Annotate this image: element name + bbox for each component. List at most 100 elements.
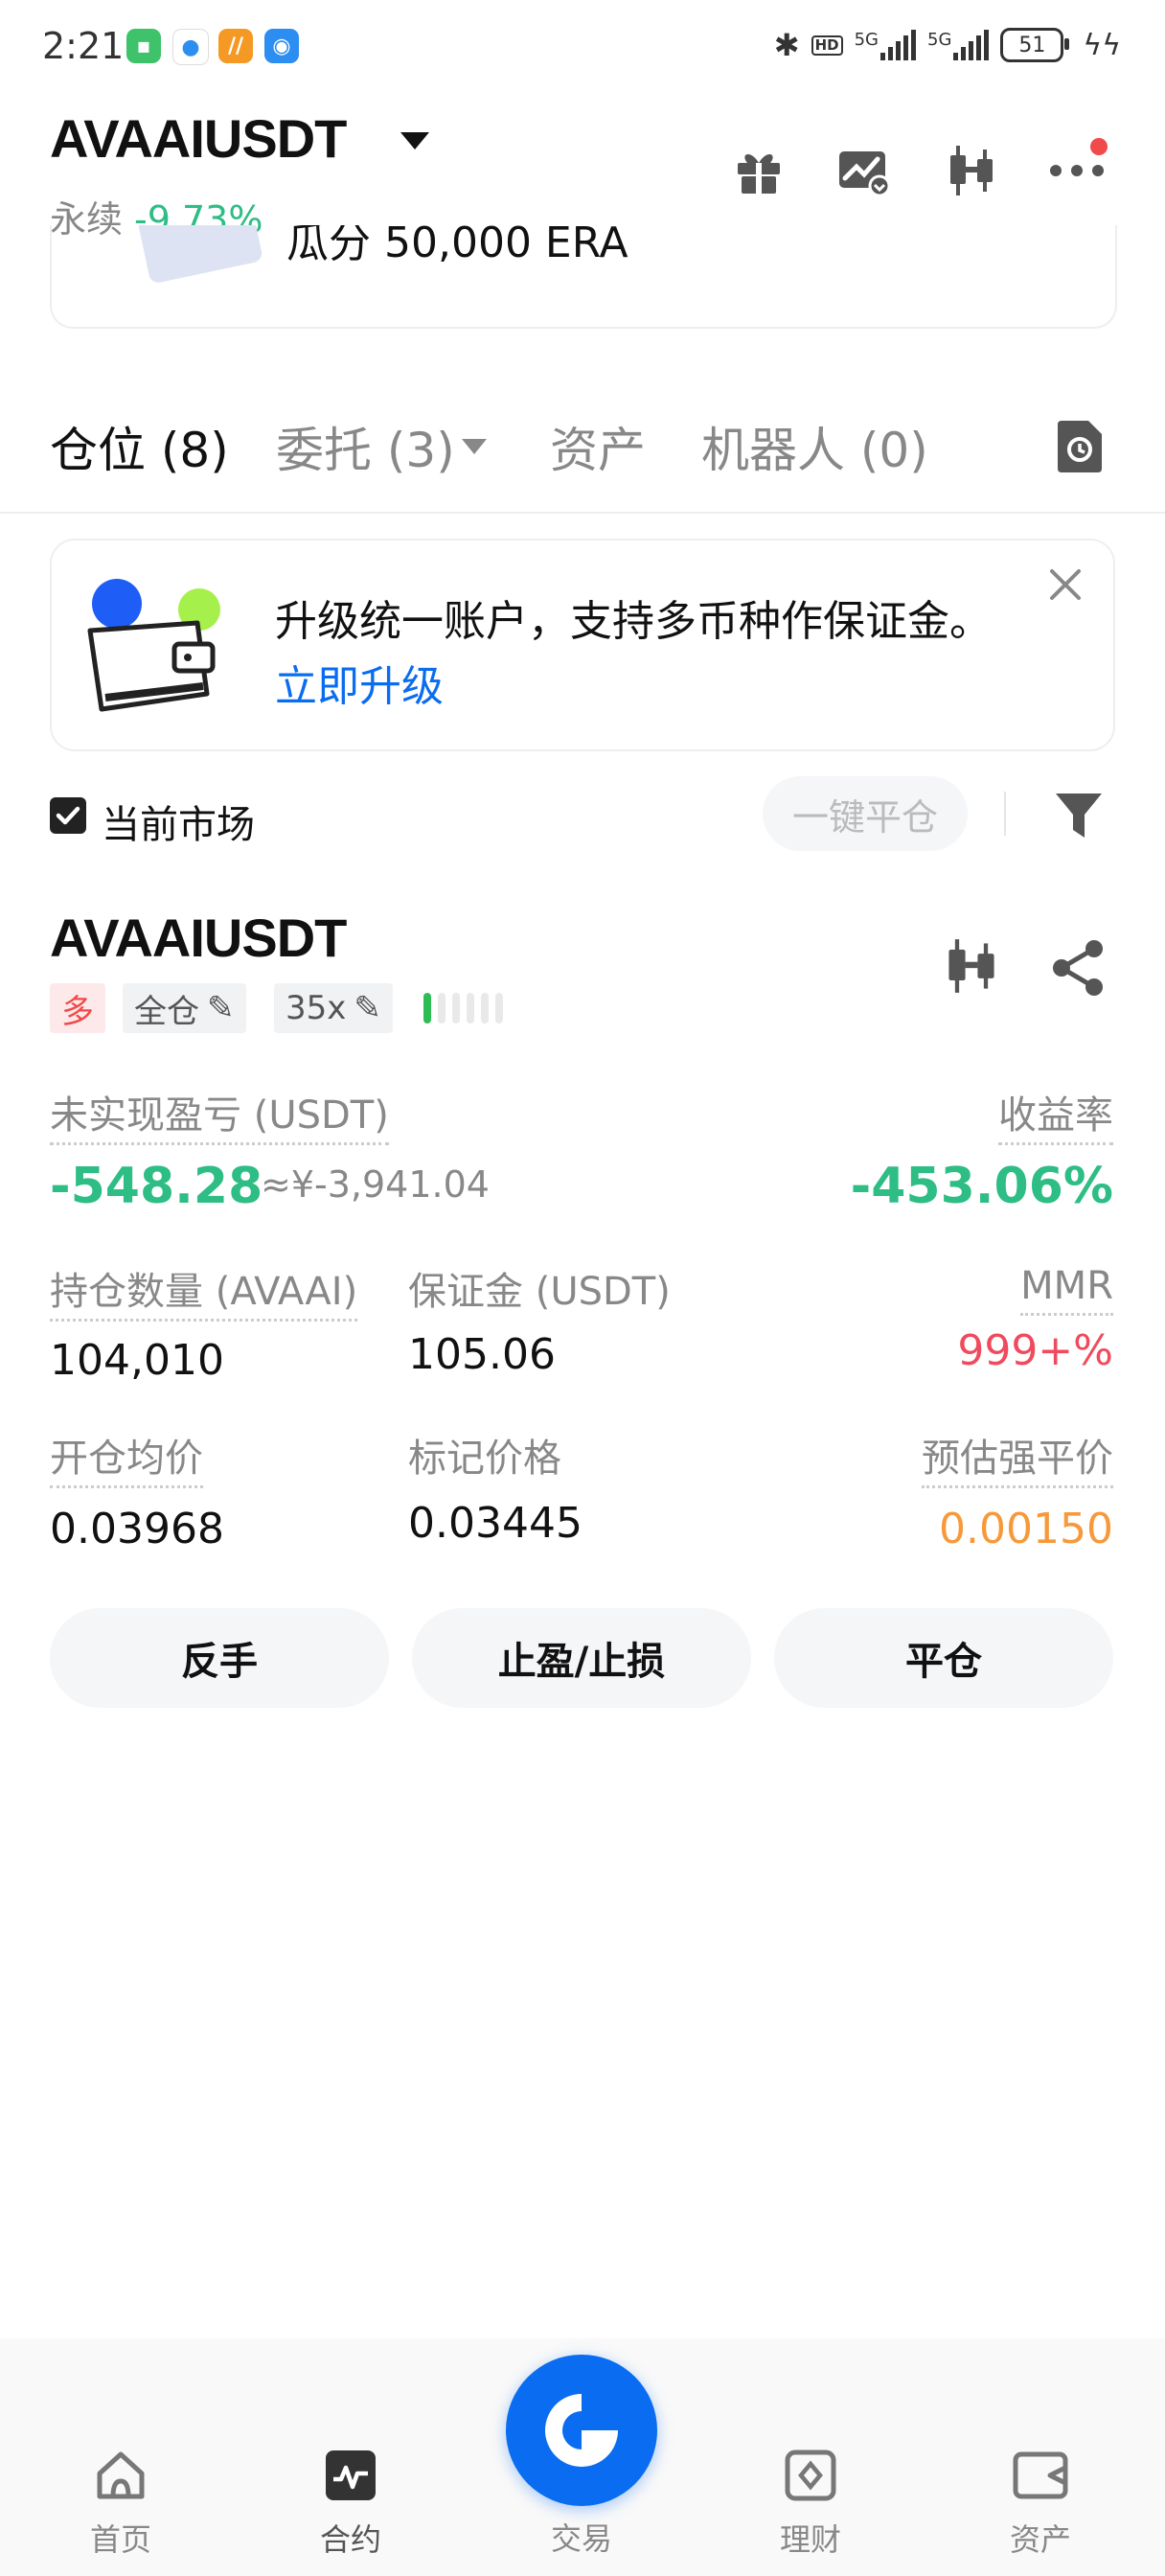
wireless-app-icon: ◉: [264, 29, 299, 63]
battery-level: 51: [1018, 33, 1046, 58]
network-2-label: 5G: [927, 30, 952, 50]
leverage-label: 35x: [286, 989, 347, 1027]
nav-trade-label: 交易: [550, 2520, 612, 2557]
tab-positions-label: 仓位: [50, 423, 146, 478]
upgrade-now-link[interactable]: 立即升级: [275, 652, 444, 713]
nav-futures-label: 合约: [319, 2521, 381, 2558]
tab-assets[interactable]: 资产: [550, 412, 646, 481]
notification-dot: [1090, 138, 1108, 155]
tab-orders-label: 委托: [276, 423, 372, 478]
nav-earn-label: 理财: [779, 2521, 841, 2558]
tab-bots[interactable]: 机器人 (0): [701, 412, 928, 481]
entry-price-value: 0.03968: [50, 1505, 224, 1553]
home-icon: [97, 2451, 145, 2499]
candlestick-icon[interactable]: [943, 142, 1000, 199]
tab-bots-count: (0): [859, 423, 928, 478]
risk-bar: [467, 993, 474, 1024]
risk-bar: [452, 993, 460, 1024]
nav-futures[interactable]: 合约: [274, 2449, 427, 2560]
position-symbol[interactable]: AVAAIUSDT: [50, 907, 347, 969]
mark-price-label: 标记价格: [408, 1437, 561, 1481]
position-size-label[interactable]: 持仓数量 (AVAAI): [50, 1269, 358, 1322]
promo-image: [137, 225, 263, 285]
margin-value: 105.06: [408, 1330, 556, 1379]
risk-bar: [423, 993, 431, 1024]
candlestick-icon[interactable]: [943, 937, 1004, 999]
leverage-badge[interactable]: 35x ✎: [274, 983, 393, 1033]
roe-label[interactable]: 收益率: [998, 1092, 1113, 1145]
signal-bars-icon: [953, 30, 990, 60]
tp-sl-button[interactable]: 止盈/止损: [412, 1608, 751, 1708]
tab-assets-label: 资产: [550, 423, 646, 478]
tab-positions[interactable]: 仓位 (8): [50, 412, 229, 481]
signal-1: 5G: [855, 30, 916, 60]
tab-orders[interactable]: 委托 (3): [276, 412, 455, 481]
edit-icon: ✎: [207, 989, 235, 1027]
gift-icon[interactable]: [730, 142, 788, 199]
tab-bots-label: 机器人: [701, 423, 845, 478]
symbol-selector[interactable]: AVAAIUSDT: [50, 107, 347, 170]
unrealized-pnl-cny: ≈¥-3,941.04: [261, 1163, 490, 1206]
battery-icon: 51: [1000, 28, 1070, 62]
trade-button[interactable]: [506, 2355, 657, 2506]
tab-orders-count: (3): [386, 423, 455, 478]
trade-icon: [545, 2394, 618, 2467]
browser-app-icon: ●: [172, 29, 209, 65]
hd-icon: HD: [811, 34, 843, 56]
wallet-icon: [1013, 2451, 1068, 2499]
tabs-divider: [0, 512, 1165, 514]
side-badge: 多: [50, 983, 105, 1033]
unrealized-pnl-label[interactable]: 未实现盈亏 (USDT): [50, 1092, 389, 1145]
side-label: 多: [61, 992, 94, 1031]
status-indicators: ✱ HD 5G 5G 51 ϟϟ: [774, 27, 1121, 63]
mmr-value: 999+%: [957, 1326, 1113, 1375]
chart-settings-icon[interactable]: [835, 142, 893, 199]
nav-assets-label: 资产: [1009, 2521, 1071, 2558]
charging-icon: ϟϟ: [1083, 28, 1121, 62]
close-position-button[interactable]: 平仓: [774, 1608, 1113, 1708]
signal-2: 5G: [927, 30, 990, 60]
promo-text: 瓜分 50,000 ERA: [286, 225, 628, 267]
nav-assets[interactable]: 资产: [964, 2449, 1117, 2560]
roe-value: -453.06%: [850, 1158, 1113, 1215]
message-app-icon: ▪: [126, 29, 161, 63]
unrealized-pnl-value: -548.28: [50, 1158, 263, 1215]
orange-app-icon: //: [218, 29, 253, 63]
chevron-down-icon[interactable]: [462, 439, 487, 454]
risk-bar: [495, 993, 503, 1024]
edit-icon: ✎: [354, 989, 381, 1027]
close-all-button[interactable]: 一键平仓: [763, 776, 968, 851]
network-1-label: 5G: [854, 30, 879, 50]
margin-mode-badge[interactable]: 全仓 ✎: [123, 983, 246, 1033]
close-icon[interactable]: [1048, 567, 1083, 602]
current-market-label[interactable]: 当前市场: [102, 794, 255, 849]
liq-price-label[interactable]: 预估强平价: [922, 1436, 1113, 1488]
liq-price-value: 0.00150: [939, 1505, 1113, 1553]
mark-price-value: 0.03445: [408, 1499, 582, 1548]
signal-bars-icon: [880, 30, 916, 60]
chevron-down-icon[interactable]: [400, 132, 429, 150]
margin-label: 保证金 (USDT): [408, 1270, 671, 1314]
share-icon[interactable]: [1048, 937, 1109, 999]
margin-mode-label: 全仓: [134, 992, 199, 1031]
risk-bar: [481, 993, 489, 1024]
nav-earn[interactable]: 理财: [734, 2449, 887, 2560]
history-doc-icon[interactable]: [1054, 419, 1106, 474]
promo-banner[interactable]: 瓜分 50,000 ERA: [50, 225, 1117, 329]
upgrade-message: 升级统一账户，支持多币种作保证金。: [275, 597, 992, 646]
nav-home[interactable]: 首页: [44, 2449, 197, 2560]
tab-positions-count: (8): [160, 423, 229, 478]
risk-bar: [438, 993, 445, 1024]
futures-icon: [326, 2450, 376, 2500]
status-time: 2:21: [42, 25, 125, 67]
divider: [1004, 792, 1006, 836]
risk-gauge: [423, 993, 503, 1024]
earn-icon: [785, 2450, 836, 2501]
mmr-label[interactable]: MMR: [1020, 1263, 1113, 1316]
filter-icon[interactable]: [1050, 786, 1108, 843]
current-market-checkbox[interactable]: [50, 797, 86, 834]
reverse-button[interactable]: 反手: [50, 1608, 389, 1708]
entry-price-label[interactable]: 开仓均价: [50, 1436, 203, 1488]
position-size-value: 104,010: [50, 1336, 224, 1385]
nav-home-label: 首页: [89, 2521, 151, 2558]
